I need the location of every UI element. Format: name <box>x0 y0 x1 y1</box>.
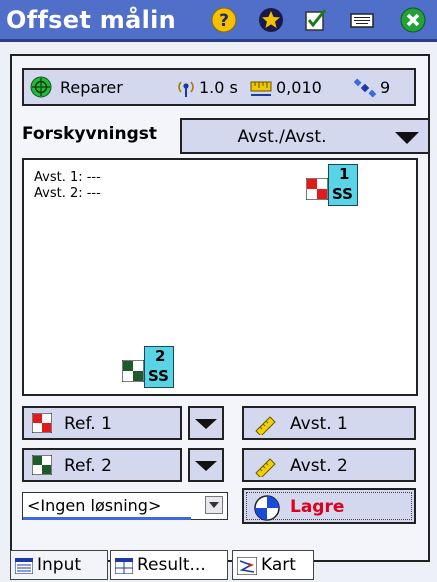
tab-results-label: Result... <box>137 555 206 575</box>
position-target-icon <box>30 76 52 98</box>
distance-1-readout: Avst. 1: --- <box>34 170 101 185</box>
keyboard-icon[interactable] <box>349 7 375 33</box>
window-title: Offset målin <box>6 6 177 34</box>
distance-1-button[interactable]: Avst. 1 <box>242 406 416 440</box>
precision-value: 0,010 <box>276 78 322 97</box>
satellite-icon <box>354 78 376 98</box>
solution-dropdown[interactable]: <Ingen løsning> <box>22 492 228 520</box>
red-checker-point-icon <box>32 413 52 433</box>
point-2-code: SS <box>148 367 169 385</box>
ref-2-button[interactable]: Ref. 2 <box>22 448 182 482</box>
green-checker-point-icon <box>122 360 144 382</box>
distance-2-readout: Avst. 2: --- <box>34 186 101 201</box>
solution-value: <Ingen løsning> <box>27 496 162 515</box>
chevron-down-icon <box>195 461 217 471</box>
chevron-down-icon <box>209 502 219 508</box>
offset-method-value: Avst./Avst. <box>237 127 327 147</box>
tab-results[interactable]: Result... <box>110 550 228 580</box>
save-label: Lagre <box>290 497 345 517</box>
tape-measure-icon <box>255 458 276 477</box>
ref-1-button[interactable]: Ref. 1 <box>22 406 182 440</box>
tab-map[interactable]: Kart <box>232 550 314 580</box>
offset-method-dropdown[interactable]: Avst./Avst. <box>180 118 428 154</box>
chevron-down-icon <box>195 419 217 429</box>
point-1-tag: 1 SS <box>328 164 358 206</box>
ref-1-dropdown-button[interactable] <box>188 406 224 440</box>
red-checker-point-icon <box>306 178 328 200</box>
map-route-icon <box>237 557 257 575</box>
ref-1-label: Ref. 1 <box>64 414 112 434</box>
close-icon[interactable] <box>400 7 426 33</box>
satellite-count: 9 <box>380 78 391 97</box>
tab-map-label: Kart <box>261 555 296 575</box>
ref-2-label: Ref. 2 <box>64 456 112 476</box>
save-button[interactable]: Lagre <box>242 488 416 524</box>
reference-point-2-marker[interactable]: 2 SS <box>122 346 176 394</box>
tab-input[interactable]: Input <box>10 550 108 580</box>
title-bar: Offset målin ? <box>0 0 437 42</box>
point-1-number: 1 <box>339 165 350 183</box>
offset-method-label: Forskyvningst <box>22 124 158 144</box>
point-2-number: 2 <box>155 347 166 365</box>
gnss-status-bar[interactable]: Reparer 1.0 s 0,010 9 <box>22 68 416 106</box>
tab-input-label: Input <box>37 555 82 575</box>
list-icon <box>15 558 33 574</box>
distance-1-label: Avst. 1 <box>290 414 348 434</box>
reference-point-1-marker[interactable]: 1 SS <box>306 164 360 212</box>
table-icon <box>115 558 133 574</box>
tape-measure-icon <box>255 416 276 435</box>
green-checker-point-icon <box>32 455 52 475</box>
solution-dropdown-arrow[interactable] <box>205 496 223 514</box>
bottom-tab-bar: Input Result... Kart <box>0 550 437 582</box>
distance-2-label: Avst. 2 <box>290 456 348 476</box>
svg-text:?: ? <box>219 11 229 31</box>
point-1-code: SS <box>332 185 353 203</box>
checklist-icon[interactable] <box>303 7 329 33</box>
help-icon[interactable]: ? <box>211 7 237 33</box>
favorites-star-icon[interactable] <box>258 7 284 33</box>
offset-preview-canvas[interactable]: Avst. 1: --- Avst. 2: --- 1 SS 2 SS <box>22 158 418 396</box>
update-interval: 1.0 s <box>199 78 238 97</box>
ref-2-dropdown-button[interactable] <box>188 448 224 482</box>
radio-signal-icon <box>178 81 194 97</box>
gnss-mode-label: Reparer <box>60 78 123 97</box>
ruler-precision-icon <box>250 81 272 96</box>
save-point-icon <box>254 495 280 521</box>
point-2-tag: 2 SS <box>144 346 174 388</box>
chevron-down-icon <box>395 132 419 144</box>
solution-underline <box>23 517 191 520</box>
distance-2-button[interactable]: Avst. 2 <box>242 448 416 482</box>
